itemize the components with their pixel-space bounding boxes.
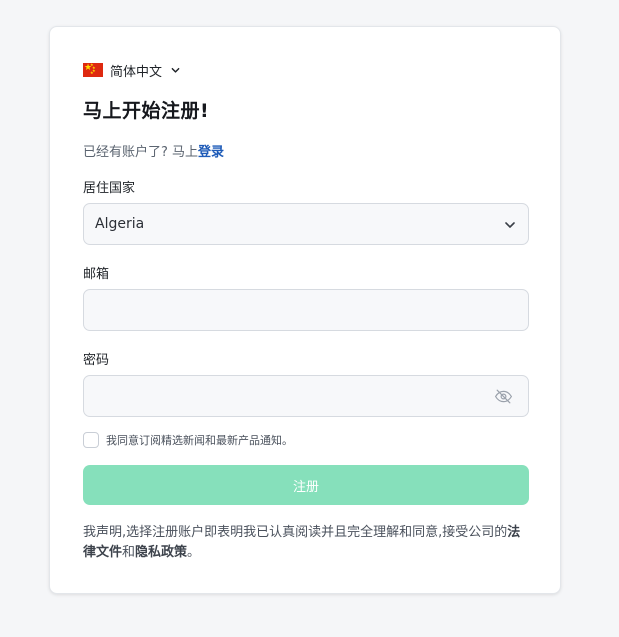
terms-prefix: 我声明,选择注册账户即表明我已认真阅读并且完全理解和同意,接受公司的 bbox=[83, 525, 508, 540]
terms-suffix: 。 bbox=[187, 545, 201, 560]
password-label: 密码 bbox=[83, 353, 110, 368]
signup-card: ★ ★ ★ ★ ★ 简体中文 马上开始注册! 已经有账户了? 马上登录 居住国家… bbox=[49, 26, 561, 594]
login-prompt-text: 已经有账户了? 马上 bbox=[83, 145, 199, 160]
login-prompt: 已经有账户了? 马上登录 bbox=[83, 141, 224, 160]
language-selector[interactable]: ★ ★ ★ ★ ★ 简体中文 bbox=[83, 61, 180, 80]
chevron-down-icon bbox=[171, 67, 180, 73]
page-title: 马上开始注册! bbox=[83, 100, 210, 122]
country-select-value: Algeria bbox=[95, 216, 145, 232]
eye-off-icon[interactable] bbox=[494, 387, 513, 406]
consent-label: 我同意订阅精选新闻和最新产品通知。 bbox=[106, 434, 293, 447]
email-label: 邮箱 bbox=[83, 267, 110, 282]
email-field[interactable] bbox=[83, 289, 529, 331]
language-label: 简体中文 bbox=[110, 64, 163, 80]
chevron-down-icon bbox=[505, 222, 515, 228]
terms-statement: 我声明,选择注册账户即表明我已认真阅读并且完全理解和同意,接受公司的法律文件和隐… bbox=[83, 523, 529, 563]
consent-row: 我同意订阅精选新闻和最新产品通知。 bbox=[83, 432, 293, 448]
country-select[interactable]: Algeria bbox=[83, 203, 529, 245]
login-link[interactable]: 登录 bbox=[198, 145, 224, 160]
privacy-policy-link[interactable]: 隐私政策 bbox=[135, 545, 187, 560]
terms-conjunction: 和 bbox=[122, 545, 136, 560]
consent-checkbox[interactable] bbox=[83, 432, 99, 448]
register-button[interactable]: 注册 bbox=[83, 465, 529, 505]
country-label: 居住国家 bbox=[83, 181, 136, 196]
password-field[interactable] bbox=[83, 375, 529, 417]
china-flag-icon: ★ ★ ★ ★ ★ bbox=[83, 62, 103, 77]
